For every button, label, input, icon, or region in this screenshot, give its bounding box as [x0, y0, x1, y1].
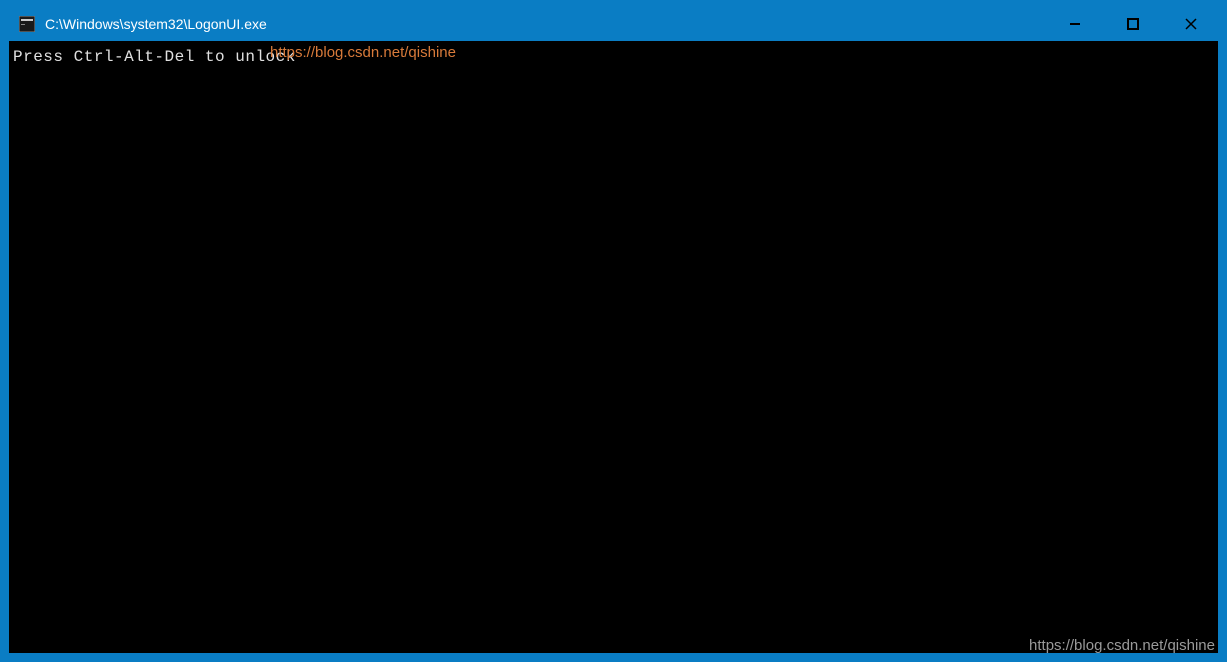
close-button[interactable]: [1162, 7, 1220, 41]
app-icon: [19, 16, 35, 32]
console-window: C:\Windows\system32\LogonUI.exe Press Ct: [7, 7, 1220, 655]
console-output[interactable]: Press Ctrl-Alt-Del to unlock: [7, 41, 1220, 655]
window-controls: [1046, 7, 1220, 41]
window-title: C:\Windows\system32\LogonUI.exe: [45, 16, 267, 32]
maximize-button[interactable]: [1104, 7, 1162, 41]
title-bar[interactable]: C:\Windows\system32\LogonUI.exe: [7, 7, 1220, 41]
minimize-button[interactable]: [1046, 7, 1104, 41]
console-line: Press Ctrl-Alt-Del to unlock: [13, 47, 1214, 68]
